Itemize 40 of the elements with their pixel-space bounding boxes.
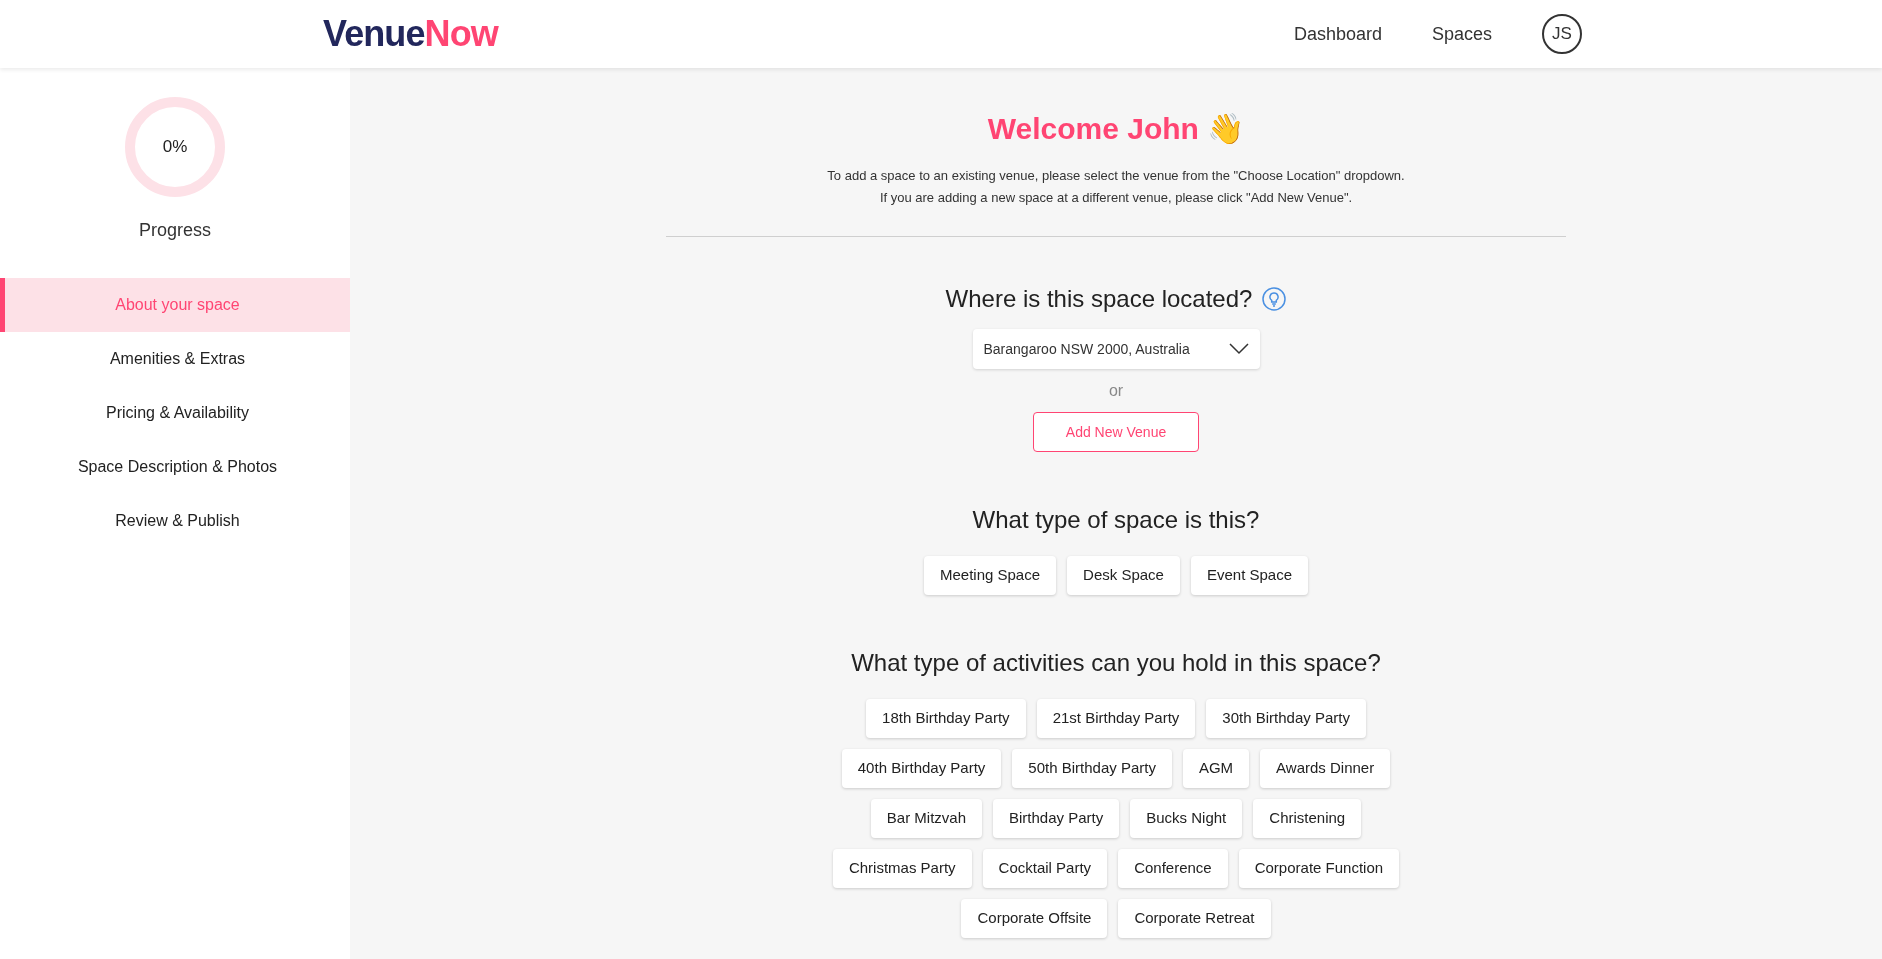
option-chip[interactable]: Christmas Party <box>832 849 972 888</box>
section-heading: What type of space is this? <box>972 505 1260 535</box>
option-chip[interactable]: Event Space <box>1190 556 1308 595</box>
intro-text: If you are adding a new space at a different venue, please click "Add New Venue". <box>879 189 1353 207</box>
intro-text: To add a space to an existing venue, please select the venue from the "Choose Location" dropdown. <box>827 167 1405 185</box>
option-chip[interactable]: 30th Birthday Party <box>1206 699 1366 738</box>
user-avatar[interactable]: JS <box>1542 14 1582 54</box>
option-chip[interactable]: Bar Mitzvah <box>870 799 983 838</box>
option-chip[interactable]: Bucks Night <box>1130 799 1243 838</box>
option-chip[interactable]: 40th Birthday Party <box>841 749 1002 788</box>
step-item[interactable]: Review & Publish <box>0 494 350 548</box>
section-heading: What type of activities can you hold in this space? <box>851 648 1381 678</box>
option-chip[interactable]: Cocktail Party <box>982 849 1108 888</box>
step-item[interactable]: Pricing & Availability <box>0 386 350 440</box>
nav-link[interactable]: Spaces <box>1431 20 1492 48</box>
option-chip[interactable]: Corporate Function <box>1238 849 1400 888</box>
chevron-down-icon <box>1228 343 1249 355</box>
welcome-title: Welcome John 👋 <box>987 111 1245 147</box>
option-chip[interactable]: Birthday Party <box>993 799 1120 838</box>
option-chip[interactable]: 50th Birthday Party <box>1012 749 1172 788</box>
lightbulb-icon[interactable] <box>1262 287 1287 311</box>
option-chip[interactable]: Meeting Space <box>924 556 1057 595</box>
step-item[interactable]: Space Description & Photos <box>0 440 350 494</box>
location-dropdown[interactable]: Barangaroo NSW 2000, Australia <box>972 329 1260 369</box>
progress-label: Progress <box>139 219 211 242</box>
progress-percent: 0% <box>161 136 189 159</box>
nav-link[interactable]: Dashboard <box>1293 20 1382 48</box>
option-chip[interactable]: AGM <box>1182 749 1250 788</box>
option-chip[interactable]: Corporate Retreat <box>1118 899 1271 938</box>
option-chip[interactable]: 18th Birthday Party <box>866 699 1026 738</box>
option-chip[interactable]: Corporate Offsite <box>961 899 1108 938</box>
section-heading: Where is this space located? <box>945 284 1253 314</box>
step-item[interactable]: Amenities & Extras <box>0 332 350 386</box>
option-chip[interactable]: Desk Space <box>1067 556 1180 595</box>
option-chip[interactable]: 21st Birthday Party <box>1036 699 1196 738</box>
option-chip[interactable]: Christening <box>1253 799 1362 838</box>
logo[interactable]: VenueNow <box>323 7 498 61</box>
option-chip[interactable]: Conference <box>1118 849 1228 888</box>
option-chip[interactable]: Awards Dinner <box>1260 749 1391 788</box>
or-text: or <box>1108 381 1124 401</box>
